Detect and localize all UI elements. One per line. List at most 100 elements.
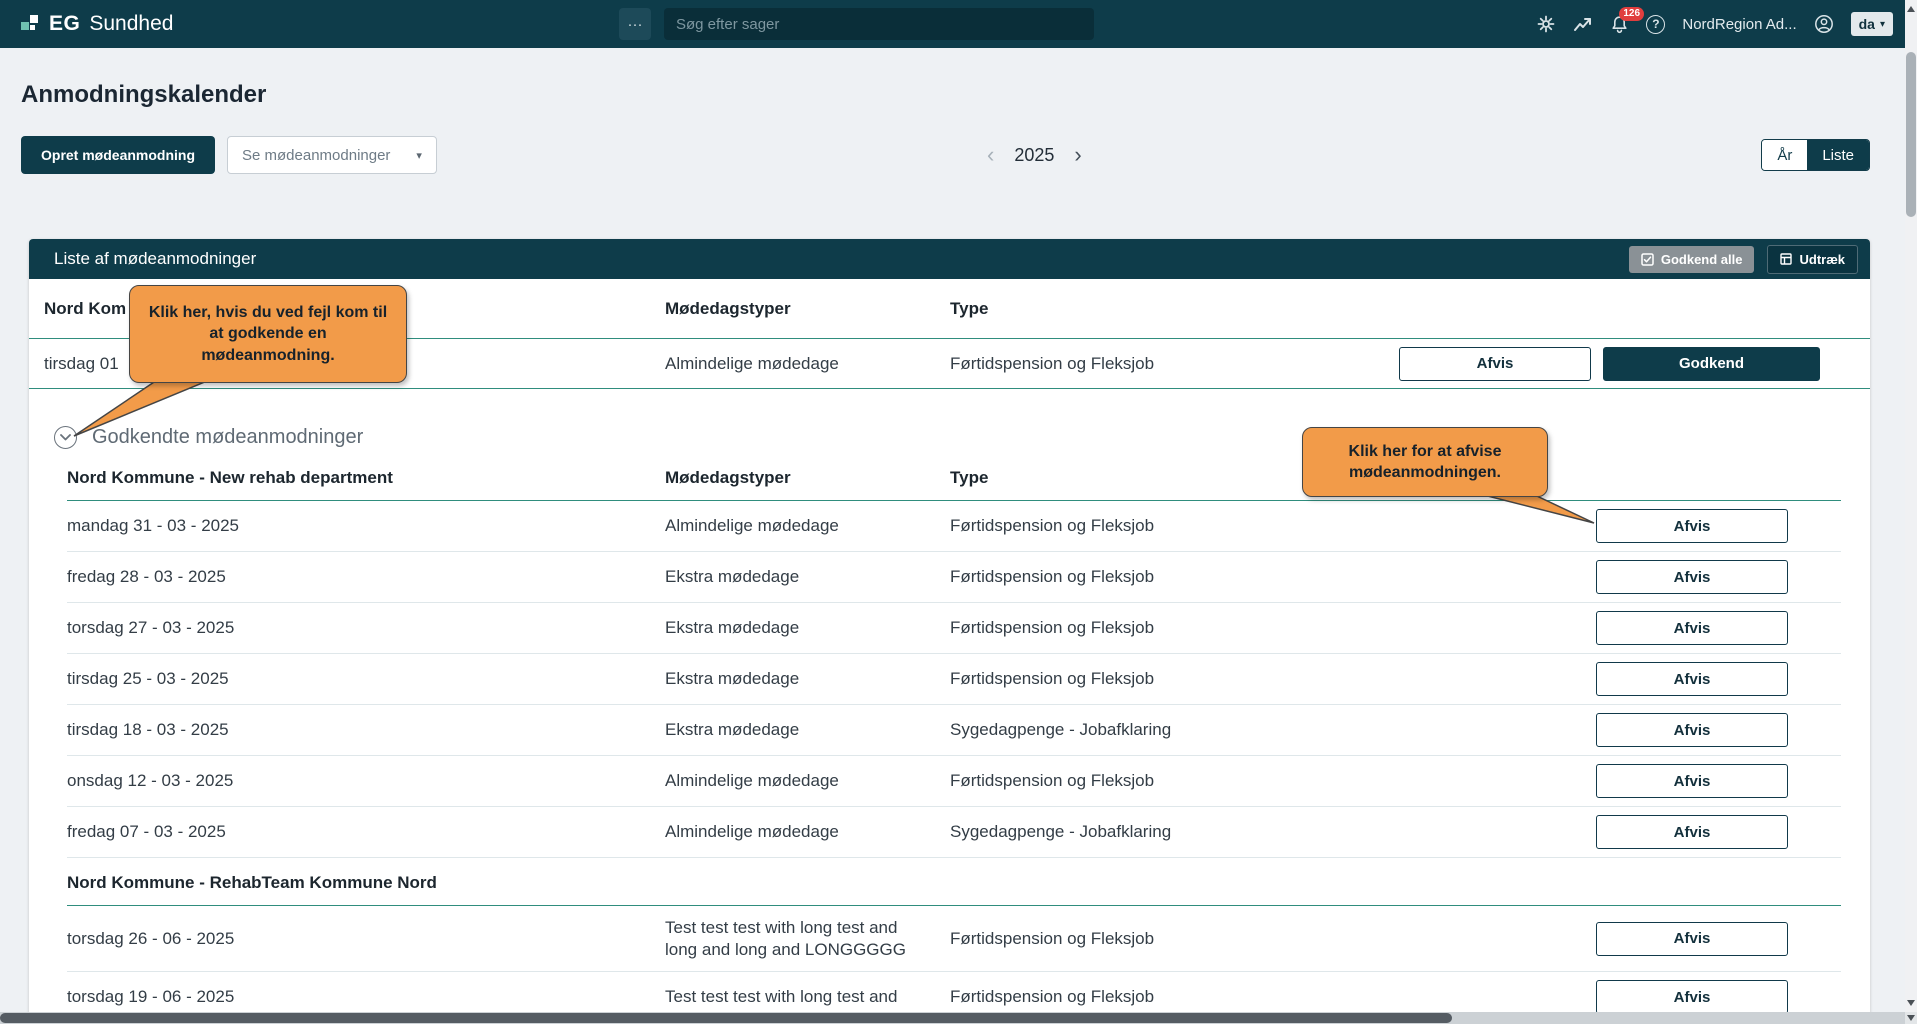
reject-button[interactable]: Afvis — [1596, 662, 1788, 696]
meeting-daytype-cell: Ekstra mødedage — [665, 719, 950, 740]
previous-year-button[interactable]: ‹ — [987, 144, 994, 166]
approved-section-heading: Godkendte mødeanmodninger — [54, 421, 1870, 453]
reject-button[interactable]: Afvis — [1596, 713, 1788, 747]
meeting-type-cell: Førtidspension og Fleksjob — [950, 515, 1596, 536]
vertical-scrollbar-thumb[interactable] — [1906, 52, 1916, 217]
row-actions: Afvis — [1596, 662, 1788, 696]
meeting-date-cell: tirsdag 25 - 03 - 2025 — [67, 668, 665, 689]
row-actions: Afvis — [1596, 509, 1788, 543]
vertical-scrollbar[interactable] — [1905, 0, 1917, 1024]
meeting-type-cell: Sygedagpenge - Jobafklaring — [950, 821, 1596, 842]
column-header-daytype: Mødedagstyper — [665, 298, 950, 319]
approved-heading-label: Godkendte mødeanmodninger — [92, 426, 363, 449]
settings-button[interactable] — [1536, 14, 1556, 34]
toolbar-left: Opret mødeanmodning Se mødeanmodninger ▾ — [21, 136, 1870, 174]
search-input[interactable] — [664, 8, 1094, 40]
group-name: Nord Kommune - RehabTeam Kommune Nord — [67, 872, 665, 893]
brand-product: Sundhed — [89, 12, 173, 36]
app-logo[interactable]: EG Sundhed — [20, 12, 173, 36]
table-row: mandag 31 - 03 - 2025Almindelige mødedag… — [67, 501, 1841, 552]
meeting-daytype-cell: Ekstra mødedage — [665, 566, 950, 587]
meeting-daytype-cell: Almindelige mødedage — [665, 353, 950, 374]
row-actions: Afvis — [1596, 611, 1788, 645]
meeting-date-cell: torsdag 27 - 03 - 2025 — [67, 617, 665, 638]
year-navigation: ‹ 2025 › — [987, 136, 1082, 174]
meeting-daytype-cell: Ekstra mødedage — [665, 668, 950, 689]
scroll-up-arrow-icon[interactable] — [1905, 2, 1917, 16]
group-header-row: Nord Kommune - New rehab departmentMøded… — [67, 455, 1841, 501]
meeting-type-cell: Førtidspension og Fleksjob — [950, 566, 1596, 587]
chevron-down-icon: ▾ — [416, 149, 422, 162]
row-actions: Afvis Godkend — [1399, 347, 1820, 381]
reject-button[interactable]: Afvis — [1399, 347, 1591, 381]
page-title: Anmodningskalender — [21, 81, 1917, 109]
reject-button[interactable]: Afvis — [1596, 815, 1788, 849]
statistics-button[interactable] — [1573, 15, 1593, 33]
row-actions: Afvis — [1596, 560, 1788, 594]
trend-icon — [1573, 15, 1593, 33]
brand-name: EG — [49, 12, 80, 36]
export-button[interactable]: Udtræk — [1767, 245, 1858, 274]
row-actions: Afvis — [1596, 713, 1788, 747]
notifications: 126 — [1610, 15, 1629, 34]
reject-button[interactable]: Afvis — [1596, 980, 1788, 1014]
export-icon — [1780, 253, 1792, 265]
reject-button[interactable]: Afvis — [1596, 560, 1788, 594]
create-meeting-request-button[interactable]: Opret mødeanmodning — [21, 136, 215, 174]
collapse-section-button[interactable] — [54, 426, 77, 449]
chevron-down-icon — [60, 434, 71, 441]
meeting-daytype-cell: Almindelige mødedage — [665, 515, 950, 536]
meeting-date-cell: torsdag 26 - 06 - 2025 — [67, 928, 665, 949]
year-label: 2025 — [1014, 145, 1054, 166]
account-button[interactable] — [1814, 14, 1834, 34]
meeting-type-cell: Førtidspension og Fleksjob — [950, 668, 1596, 689]
main-content: Anmodningskalender Opret mødeanmodning S… — [0, 81, 1917, 1024]
notification-count-badge: 126 — [1619, 7, 1644, 21]
more-options-button[interactable]: ··· — [619, 8, 651, 40]
table-row: onsdag 12 - 03 - 2025Almindelige mødedag… — [67, 756, 1841, 807]
approve-all-button[interactable]: Godkend alle — [1629, 246, 1755, 273]
help-button[interactable]: ? — [1646, 15, 1665, 34]
scroll-down-arrow-icon[interactable] — [1905, 996, 1917, 1010]
approve-warning-callout: Klik her, hvis du ved fejl kom til at go… — [129, 285, 407, 383]
approve-button[interactable]: Godkend — [1603, 347, 1820, 381]
view-toggle: År Liste — [1761, 139, 1870, 171]
view-meeting-requests-dropdown[interactable]: Se mødeanmodninger ▾ — [227, 136, 437, 174]
scrollbar-corner — [1905, 1012, 1917, 1024]
meeting-date-cell: mandag 31 - 03 - 2025 — [67, 515, 665, 536]
reject-button[interactable]: Afvis — [1596, 922, 1788, 956]
group-header-row: Nord Kommune - RehabTeam Kommune Nord — [67, 860, 1841, 906]
column-header-type: Type — [950, 298, 1820, 319]
reject-button[interactable]: Afvis — [1596, 509, 1788, 543]
meeting-type-cell: Sygedagpenge - Jobafklaring — [950, 719, 1596, 740]
toggle-year-view[interactable]: År — [1762, 140, 1807, 170]
reject-button[interactable]: Afvis — [1596, 611, 1788, 645]
meeting-date-cell: fredag 07 - 03 - 2025 — [67, 821, 665, 842]
table-row: fredag 28 - 03 - 2025Ekstra mødedageFørt… — [67, 552, 1841, 603]
horizontal-scrollbar[interactable] — [0, 1012, 1905, 1024]
meeting-daytype-cell: Almindelige mødedage — [665, 821, 950, 842]
column-header-daytype: Mødedagstyper — [665, 467, 950, 488]
top-navbar: EG Sundhed ··· 126 ? N — [0, 0, 1917, 48]
next-year-button[interactable]: › — [1074, 144, 1081, 166]
approved-groups: Nord Kommune - New rehab departmentMøded… — [29, 455, 1870, 1023]
group-name: Nord Kommune - New rehab department — [67, 467, 665, 488]
meeting-daytype-cell: Test test test with long test and long a… — [665, 917, 950, 960]
row-actions: Afvis — [1596, 815, 1788, 849]
panel-actions: Godkend alle Udtræk — [1629, 245, 1858, 274]
toggle-list-view[interactable]: Liste — [1807, 140, 1869, 170]
dropdown-label: Se mødeanmodninger — [242, 147, 390, 164]
table-row: fredag 07 - 03 - 2025Almindelige mødedag… — [67, 807, 1841, 858]
meeting-type-cell: Førtidspension og Fleksjob — [950, 353, 1399, 374]
meeting-date-cell: fredag 28 - 03 - 2025 — [67, 566, 665, 587]
reject-hint-callout: Klik her for at afvise mødeanmodningen. — [1302, 427, 1548, 497]
user-region-label[interactable]: NordRegion Ad... — [1682, 16, 1796, 33]
table-row: tirsdag 25 - 03 - 2025Ekstra mødedageFør… — [67, 654, 1841, 705]
language-selector[interactable]: da ▾ — [1851, 12, 1893, 36]
navbar-right: 126 ? NordRegion Ad... da ▾ — [1536, 12, 1917, 36]
meeting-daytype-cell: Almindelige mødedage — [665, 770, 950, 791]
reject-button[interactable]: Afvis — [1596, 764, 1788, 798]
table-row: tirsdag 18 - 03 - 2025Ekstra mødedageSyg… — [67, 705, 1841, 756]
horizontal-scrollbar-thumb[interactable] — [0, 1013, 1452, 1023]
table-row: torsdag 27 - 03 - 2025Ekstra mødedageFør… — [67, 603, 1841, 654]
